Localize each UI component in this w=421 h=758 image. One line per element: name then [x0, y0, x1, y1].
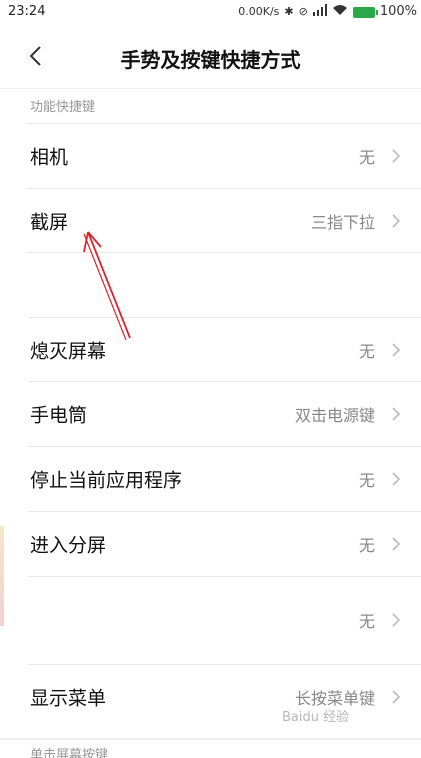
row-flashlight[interactable]: 手电筒 双击电源键	[0, 382, 421, 446]
chevron-right-icon	[392, 214, 401, 228]
row-value: 双击电源键	[294, 406, 375, 425]
status-bar: 23:24 0.00K/s ✱ ⊘ 100%	[0, 0, 421, 24]
row-stop-app[interactable]: 停止当前应用程序 无	[0, 447, 421, 511]
row-label: 截屏	[30, 211, 69, 234]
network-speed: 0.00K/s	[238, 5, 280, 18]
row-label: 进入分屏	[30, 534, 107, 557]
section-label-single-tap: 单击屏幕按键	[30, 748, 109, 758]
row-value: 无	[358, 148, 375, 167]
row-label: 相机	[30, 146, 69, 169]
row-value: 无	[358, 471, 375, 490]
chevron-right-icon	[392, 690, 401, 704]
wifi-icon	[332, 4, 348, 20]
row-value: 无	[358, 342, 375, 361]
header: 手势及按键快捷方式	[0, 24, 421, 88]
battery-percent: 100%	[379, 4, 417, 19]
section-label-function-shortcuts: 功能快捷键	[30, 100, 96, 115]
chevron-right-icon	[392, 537, 401, 551]
chevron-right-icon	[392, 472, 401, 486]
edge-decoration	[0, 526, 4, 626]
bluetooth-icon: ✱	[284, 5, 294, 18]
status-icons: 0.00K/s ✱ ⊘ 100%	[238, 4, 417, 20]
divider	[28, 576, 421, 577]
status-time: 23:24	[8, 4, 46, 19]
watermark: Baidu 经验	[282, 710, 350, 725]
row-label: 显示菜单	[30, 687, 107, 710]
battery-icon	[352, 6, 378, 18]
chevron-right-icon	[392, 343, 401, 357]
row-screen-off[interactable]: 熄灭屏幕 无	[0, 318, 421, 382]
row-screenshot[interactable]: 截屏 三指下拉	[0, 189, 421, 253]
divider	[0, 738, 421, 740]
chevron-right-icon	[392, 613, 401, 627]
chevron-right-icon	[392, 407, 401, 421]
row-split-screen[interactable]: 进入分屏 无	[0, 512, 421, 576]
row-value: 无	[358, 612, 375, 631]
row-label: 手电筒	[30, 404, 88, 427]
header-divider	[0, 88, 421, 89]
row-unlabeled[interactable]: 无	[0, 588, 421, 652]
row-empty[interactable]	[0, 253, 421, 317]
row-value: 三指下拉	[310, 213, 375, 232]
row-show-menu[interactable]: 显示菜单 长按菜单键	[0, 665, 421, 729]
row-label: 熄灭屏幕	[30, 340, 107, 363]
signal-icon	[312, 4, 327, 20]
row-camera[interactable]: 相机 无	[0, 124, 421, 188]
row-value: 无	[358, 536, 375, 555]
row-label: 停止当前应用程序	[30, 469, 183, 492]
chevron-right-icon	[392, 149, 401, 163]
page-title: 手势及按键快捷方式	[120, 48, 301, 72]
alarm-off-icon: ⊘	[298, 5, 308, 18]
